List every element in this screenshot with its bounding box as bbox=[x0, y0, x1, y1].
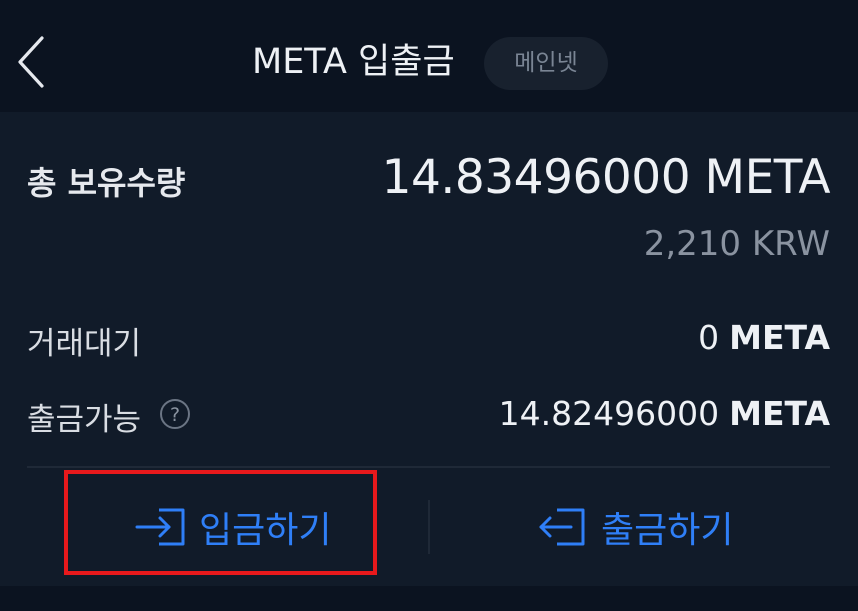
withdrawable-label: 출금가능 bbox=[27, 402, 142, 438]
pending-amount: 0 META bbox=[698, 318, 830, 357]
bottom-strip bbox=[0, 586, 858, 611]
deposit-label: 입금하기 bbox=[199, 510, 332, 551]
wallet-screen: META 입출금 메인넷 총 보유수량 14.83496000 META 2,2… bbox=[0, 0, 858, 611]
total-holdings-amount: 14.83496000 META bbox=[381, 150, 831, 205]
withdraw-label: 출금하기 bbox=[601, 510, 734, 551]
section-divider bbox=[27, 466, 830, 468]
deposit-button[interactable]: 입금하기 bbox=[135, 486, 331, 568]
sign-out-icon bbox=[539, 508, 585, 546]
svg-text:?: ? bbox=[170, 404, 180, 426]
pending-amount-value: 0 bbox=[698, 318, 720, 357]
withdrawable-amount: 14.82496000 META bbox=[499, 394, 830, 433]
withdrawable-amount-value: 14.82496000 bbox=[498, 394, 720, 433]
network-badge[interactable]: 메인넷 bbox=[484, 37, 608, 90]
withdrawable-amount-unit: META bbox=[729, 394, 830, 433]
action-divider bbox=[428, 500, 430, 554]
chevron-left-icon bbox=[18, 36, 44, 88]
pending-label: 거래대기 bbox=[27, 326, 142, 362]
total-holdings-label: 총 보유수량 bbox=[27, 164, 186, 202]
pending-amount-unit: META bbox=[729, 318, 830, 357]
back-button[interactable] bbox=[10, 34, 54, 90]
header-bar: META 입출금 메인넷 bbox=[0, 0, 858, 112]
withdraw-button[interactable]: 출금하기 bbox=[537, 486, 733, 568]
sign-in-icon bbox=[135, 508, 185, 546]
total-holdings-krw: 2,210 KRW bbox=[643, 224, 830, 264]
page-title: META 입출금 bbox=[252, 42, 455, 82]
question-circle-icon[interactable]: ? bbox=[159, 398, 191, 430]
